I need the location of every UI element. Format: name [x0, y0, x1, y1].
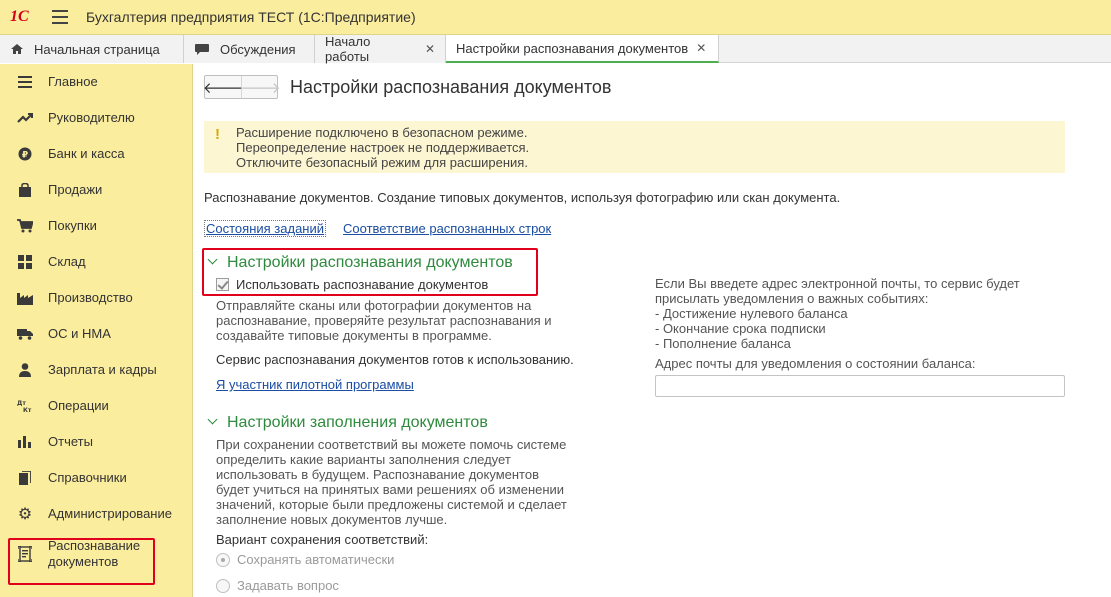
email-input[interactable]	[655, 375, 1065, 397]
email-info: Если Вы введете адрес электронной почты,…	[655, 276, 1020, 351]
filling-settings-group-header[interactable]: Настройки заполнения документов	[208, 414, 488, 432]
book-icon	[17, 470, 33, 486]
sidebar-item-production[interactable]: Производство	[0, 280, 193, 316]
hamburger-menu-icon[interactable]	[52, 10, 68, 24]
svg-text:Дт: Дт	[17, 400, 26, 407]
cart-icon	[17, 218, 33, 234]
page-title: Настройки распознавания документов	[290, 77, 612, 97]
sidebar-item-sales[interactable]: Продажи	[0, 172, 193, 208]
sidebar-item-manager[interactable]: Руководителю	[0, 100, 193, 136]
email-label: Адрес почты для уведомления о состоянии …	[655, 356, 976, 371]
tab-home[interactable]: Начальная страница	[0, 35, 184, 63]
svg-text:Кт: Кт	[23, 407, 32, 413]
highlight-box-recognition	[202, 248, 538, 296]
home-icon	[10, 43, 24, 55]
pilot-program-link[interactable]: Я участник пилотной программы	[216, 377, 414, 392]
app-title: Бухгалтерия предприятия ТЕСТ (1С:Предпри…	[86, 9, 416, 25]
trend-icon	[17, 110, 33, 126]
safe-mode-warning: ! Расширение подключено в безопасном реж…	[204, 121, 1065, 173]
sidebar-item-purchases[interactable]: Покупки	[0, 208, 193, 244]
navigation-buttons: 🡐 🡒	[203, 75, 281, 99]
radio-save-automatically[interactable]: Сохранять автоматически	[216, 552, 394, 567]
svg-text:₽: ₽	[22, 151, 28, 161]
bar-chart-icon	[17, 434, 33, 450]
tab-bar: Начальная страница Обсуждения Начало раб…	[0, 34, 1111, 64]
gear-icon: ⚙	[17, 506, 33, 523]
chat-icon	[194, 43, 210, 55]
sidebar-item-fixed-assets[interactable]: ОС и НМА	[0, 316, 193, 352]
tab-recognition-settings[interactable]: Настройки распознавания документов ✕	[446, 35, 719, 63]
tab-getting-started[interactable]: Начало работы ✕	[315, 34, 446, 64]
warehouse-icon	[17, 254, 33, 270]
warning-icon: !	[215, 126, 220, 143]
factory-icon	[17, 290, 33, 306]
recognition-hint: Отправляйте сканы или фотографии докумен…	[216, 298, 552, 343]
forward-arrow-icon[interactable]: 🡒	[240, 76, 280, 98]
1c-logo[interactable]: 1С	[10, 7, 40, 27]
page-description: Распознавание документов. Создание типов…	[204, 190, 841, 205]
chevron-down-icon	[208, 418, 218, 428]
close-icon[interactable]: ✕	[425, 42, 435, 56]
ruble-coin-icon: ₽	[17, 146, 33, 162]
sidebar-item-salary[interactable]: Зарплата и кадры	[0, 352, 193, 388]
job-states-link[interactable]: Состояния заданий	[204, 220, 326, 237]
menu-list-icon	[17, 74, 33, 90]
service-status: Сервис распознавания документов готов к …	[216, 352, 574, 367]
sidebar-item-warehouse[interactable]: Склад	[0, 244, 193, 280]
title-bar: 1С Бухгалтерия предприятия ТЕСТ (1С:Пред…	[0, 0, 1111, 35]
sidebar-item-administration[interactable]: ⚙ Администрирование	[0, 496, 193, 532]
warning-text: Расширение подключено в безопасном режим…	[236, 125, 530, 170]
person-icon	[17, 362, 33, 378]
sidebar-item-operations[interactable]: Дт Кт Операции	[0, 388, 193, 424]
row-mapping-link[interactable]: Соответствие распознанных строк	[343, 221, 551, 236]
radio-ask-question[interactable]: Задавать вопрос	[216, 578, 339, 593]
dt-kt-icon: Дт Кт	[17, 398, 33, 414]
main-content: 🡐 🡒 Настройки распознавания документов !…	[194, 64, 1111, 597]
back-arrow-icon[interactable]: 🡐	[203, 76, 243, 98]
sidebar-item-bank[interactable]: ₽ Банк и касса	[0, 136, 193, 172]
variant-label: Вариант сохранения соответствий:	[216, 532, 429, 547]
radio-button[interactable]	[216, 552, 230, 567]
tab-discussions[interactable]: Обсуждения	[184, 35, 315, 63]
sidebar: Главное Руководителю ₽ Банк и касса Прод…	[0, 64, 193, 597]
radio-button[interactable]	[216, 578, 230, 593]
filling-hint: При сохранении соответствий вы можете по…	[216, 437, 567, 527]
shopping-bag-icon	[17, 182, 33, 198]
sidebar-item-reports[interactable]: Отчеты	[0, 424, 193, 460]
highlight-box-sidebar	[8, 538, 155, 585]
sidebar-item-main[interactable]: Главное	[0, 64, 193, 100]
truck-icon	[17, 326, 33, 342]
close-icon[interactable]: ✕	[696, 41, 706, 55]
sidebar-item-directories[interactable]: Справочники	[0, 460, 193, 496]
